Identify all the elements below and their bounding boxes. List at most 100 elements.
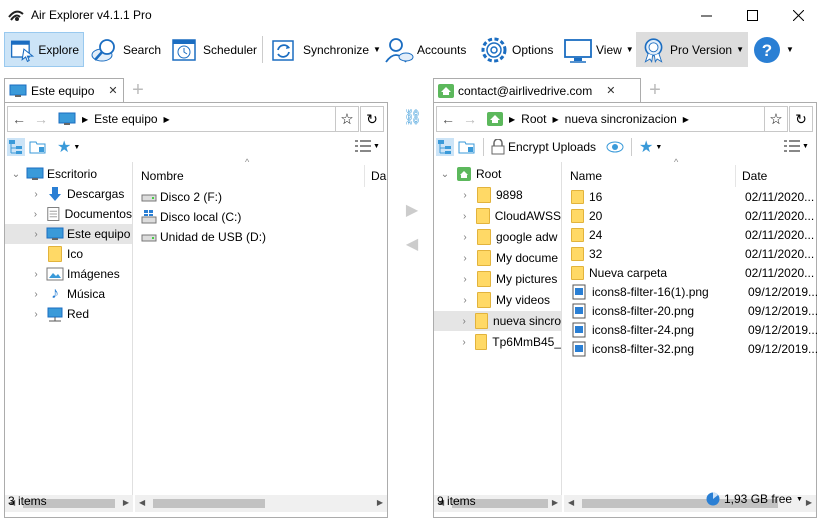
list-item[interactable]: icons8-filter-16(1).png 09/12/2019... (571, 282, 818, 301)
breadcrumb-item[interactable]: Root (521, 112, 546, 126)
copy-right-arrow-icon[interactable]: ▶ (403, 200, 421, 220)
close-tab-icon[interactable]: ✕ (606, 84, 615, 97)
tree-item-folder[interactable]: › My videos (434, 290, 561, 310)
pro-version-button[interactable]: Pro Version ▼ (636, 32, 748, 67)
list-item[interactable]: icons8-filter-32.png 09/12/2019... (571, 339, 818, 358)
expand-arrow-icon[interactable]: › (29, 309, 43, 320)
forward-arrow-icon[interactable]: → (30, 111, 52, 127)
collapse-arrow-icon[interactable]: ⌄ (438, 169, 452, 180)
tree-item-root[interactable]: ⌄ Root (434, 164, 561, 184)
list-horizontal-scrollbar[interactable]: ◀ ▶ (135, 495, 387, 512)
maximize-button[interactable] (729, 0, 775, 30)
column-header-date[interactable]: Da (365, 165, 386, 187)
scroll-left-icon[interactable]: ◀ (139, 498, 145, 507)
expand-arrow-icon[interactable]: › (29, 189, 43, 200)
back-arrow-icon[interactable]: ← (8, 111, 30, 127)
expand-arrow-icon[interactable]: › (458, 232, 472, 243)
list-item[interactable]: 20 02/11/2020... (571, 206, 814, 225)
explore-button[interactable]: Explore (4, 32, 84, 67)
tree-item-folder[interactable]: › My pictures (434, 269, 561, 289)
expand-arrow-icon[interactable]: › (29, 209, 42, 220)
tree-item-folder[interactable]: › 9898 (434, 185, 561, 205)
refresh-button[interactable]: ↻ (789, 106, 813, 132)
scheduler-button[interactable]: Scheduler (166, 32, 261, 67)
expand-arrow-icon[interactable]: › (458, 337, 470, 348)
expand-arrow-icon[interactable]: › (458, 211, 471, 222)
tree-item-folder-selected[interactable]: › nueva sincro (434, 311, 561, 331)
tree-item-este-equipo[interactable]: › Este equipo (5, 224, 132, 244)
favorite-star-button[interactable]: ☆ (764, 106, 788, 132)
favorite-star-button[interactable]: ☆ (335, 106, 359, 132)
column-header-name[interactable]: Name (564, 165, 736, 187)
tree-item-folder[interactable]: › Tp6MmB45_ (434, 332, 561, 352)
list-item[interactable]: icons8-filter-24.png 09/12/2019... (571, 320, 818, 339)
tree-item-imagenes[interactable]: › Imágenes (5, 264, 132, 284)
expand-arrow-icon[interactable]: › (29, 229, 43, 240)
scroll-left-icon[interactable]: ◀ (568, 498, 574, 507)
copy-left-arrow-icon[interactable]: ◀ (403, 234, 421, 254)
tree-item-folder[interactable]: › My docume (434, 248, 561, 268)
scroll-right-icon[interactable]: ▶ (123, 498, 129, 507)
new-folder-icon[interactable] (458, 138, 476, 156)
close-tab-icon[interactable]: ✕ (108, 84, 117, 97)
tree-item-descargas[interactable]: › Descargas (5, 184, 132, 204)
tree-view-icon[interactable] (7, 138, 25, 156)
synchronize-button[interactable]: Synchronize ▼ (266, 32, 385, 67)
accounts-button[interactable]: Accounts (380, 32, 470, 67)
view-mode-dropdown[interactable]: ▼ (784, 139, 809, 153)
column-header-nombre[interactable]: Nombre (135, 165, 365, 187)
expand-arrow-icon[interactable]: › (458, 190, 472, 201)
favorites-dropdown[interactable]: ★ ▼ (57, 137, 80, 157)
scroll-right-icon[interactable]: ▶ (806, 498, 812, 507)
scroll-right-icon[interactable]: ▶ (377, 498, 383, 507)
view-button[interactable]: View ▼ (559, 32, 638, 67)
new-folder-icon[interactable] (29, 138, 47, 156)
breadcrumb-item[interactable]: nueva sincronizacion (565, 112, 677, 126)
expand-arrow-icon[interactable]: › (458, 316, 470, 327)
eye-icon[interactable] (606, 138, 624, 156)
list-item[interactable]: 16 02/11/2020... (571, 187, 814, 206)
address-bar[interactable]: ← → ▶ Root ▶ nueva sincronizacion ▶ (436, 106, 784, 132)
view-mode-dropdown[interactable]: ▼ (355, 139, 380, 153)
add-tab-icon[interactable]: + (129, 80, 147, 100)
refresh-button[interactable]: ↻ (360, 106, 384, 132)
help-button[interactable]: ? ▼ (748, 32, 798, 67)
back-arrow-icon[interactable]: ← (437, 111, 459, 127)
free-space-dropdown[interactable]: 1,93 GB free ▼ (706, 492, 803, 506)
list-item[interactable]: Unidad de USB (D:) (141, 227, 266, 246)
collapse-arrow-icon[interactable]: ⌄ (9, 169, 23, 180)
list-item[interactable]: 24 02/11/2020... (571, 225, 814, 244)
add-tab-icon[interactable]: + (646, 80, 664, 100)
expand-arrow-icon[interactable]: › (29, 289, 43, 300)
breadcrumb-item[interactable]: Este equipo (94, 112, 157, 126)
link-panes-icon[interactable]: ⛓ (403, 108, 422, 126)
expand-arrow-icon[interactable]: › (458, 274, 472, 285)
tree-item-folder[interactable]: › CloudAWSS (434, 206, 561, 226)
list-item[interactable]: 32 02/11/2020... (571, 244, 814, 263)
expand-arrow-icon[interactable]: › (29, 269, 43, 280)
tree-item-musica[interactable]: › ♪ Música (5, 284, 132, 304)
tree-view-icon[interactable] (436, 138, 454, 156)
close-button[interactable] (775, 0, 821, 30)
encrypt-uploads-toggle[interactable]: Encrypt Uploads (491, 139, 596, 155)
expand-arrow-icon[interactable]: › (458, 295, 472, 306)
tab-cloud-account[interactable]: contact@airlivedrive.com ✕ (433, 78, 641, 102)
options-button[interactable]: Options (475, 32, 557, 67)
tree-item-escritorio[interactable]: ⌄ Escritorio (5, 164, 132, 184)
tree-item-red[interactable]: › Red (5, 304, 132, 324)
address-bar[interactable]: ← → ▶ Este equipo ▶ (7, 106, 355, 132)
list-item[interactable]: Nueva carpeta 02/11/2020... (571, 263, 814, 282)
scroll-right-icon[interactable]: ▶ (552, 498, 558, 507)
list-item[interactable]: icons8-filter-20.png 09/12/2019... (571, 301, 818, 320)
tree-item-folder[interactable]: › google adw (434, 227, 561, 247)
forward-arrow-icon[interactable]: → (459, 111, 481, 127)
search-button[interactable]: Search (86, 32, 165, 67)
list-item[interactable]: Disco local (C:) (141, 207, 241, 226)
scrollbar-thumb[interactable] (153, 499, 265, 508)
minimize-button[interactable] (683, 0, 729, 30)
list-item[interactable]: Disco 2 (F:) (141, 187, 222, 206)
tree-item-documentos[interactable]: › Documentos (5, 204, 132, 224)
tree-item-ico[interactable]: Ico (5, 244, 132, 264)
column-header-date[interactable]: Date (736, 165, 814, 187)
favorites-dropdown[interactable]: ★ ▼ (639, 137, 662, 157)
